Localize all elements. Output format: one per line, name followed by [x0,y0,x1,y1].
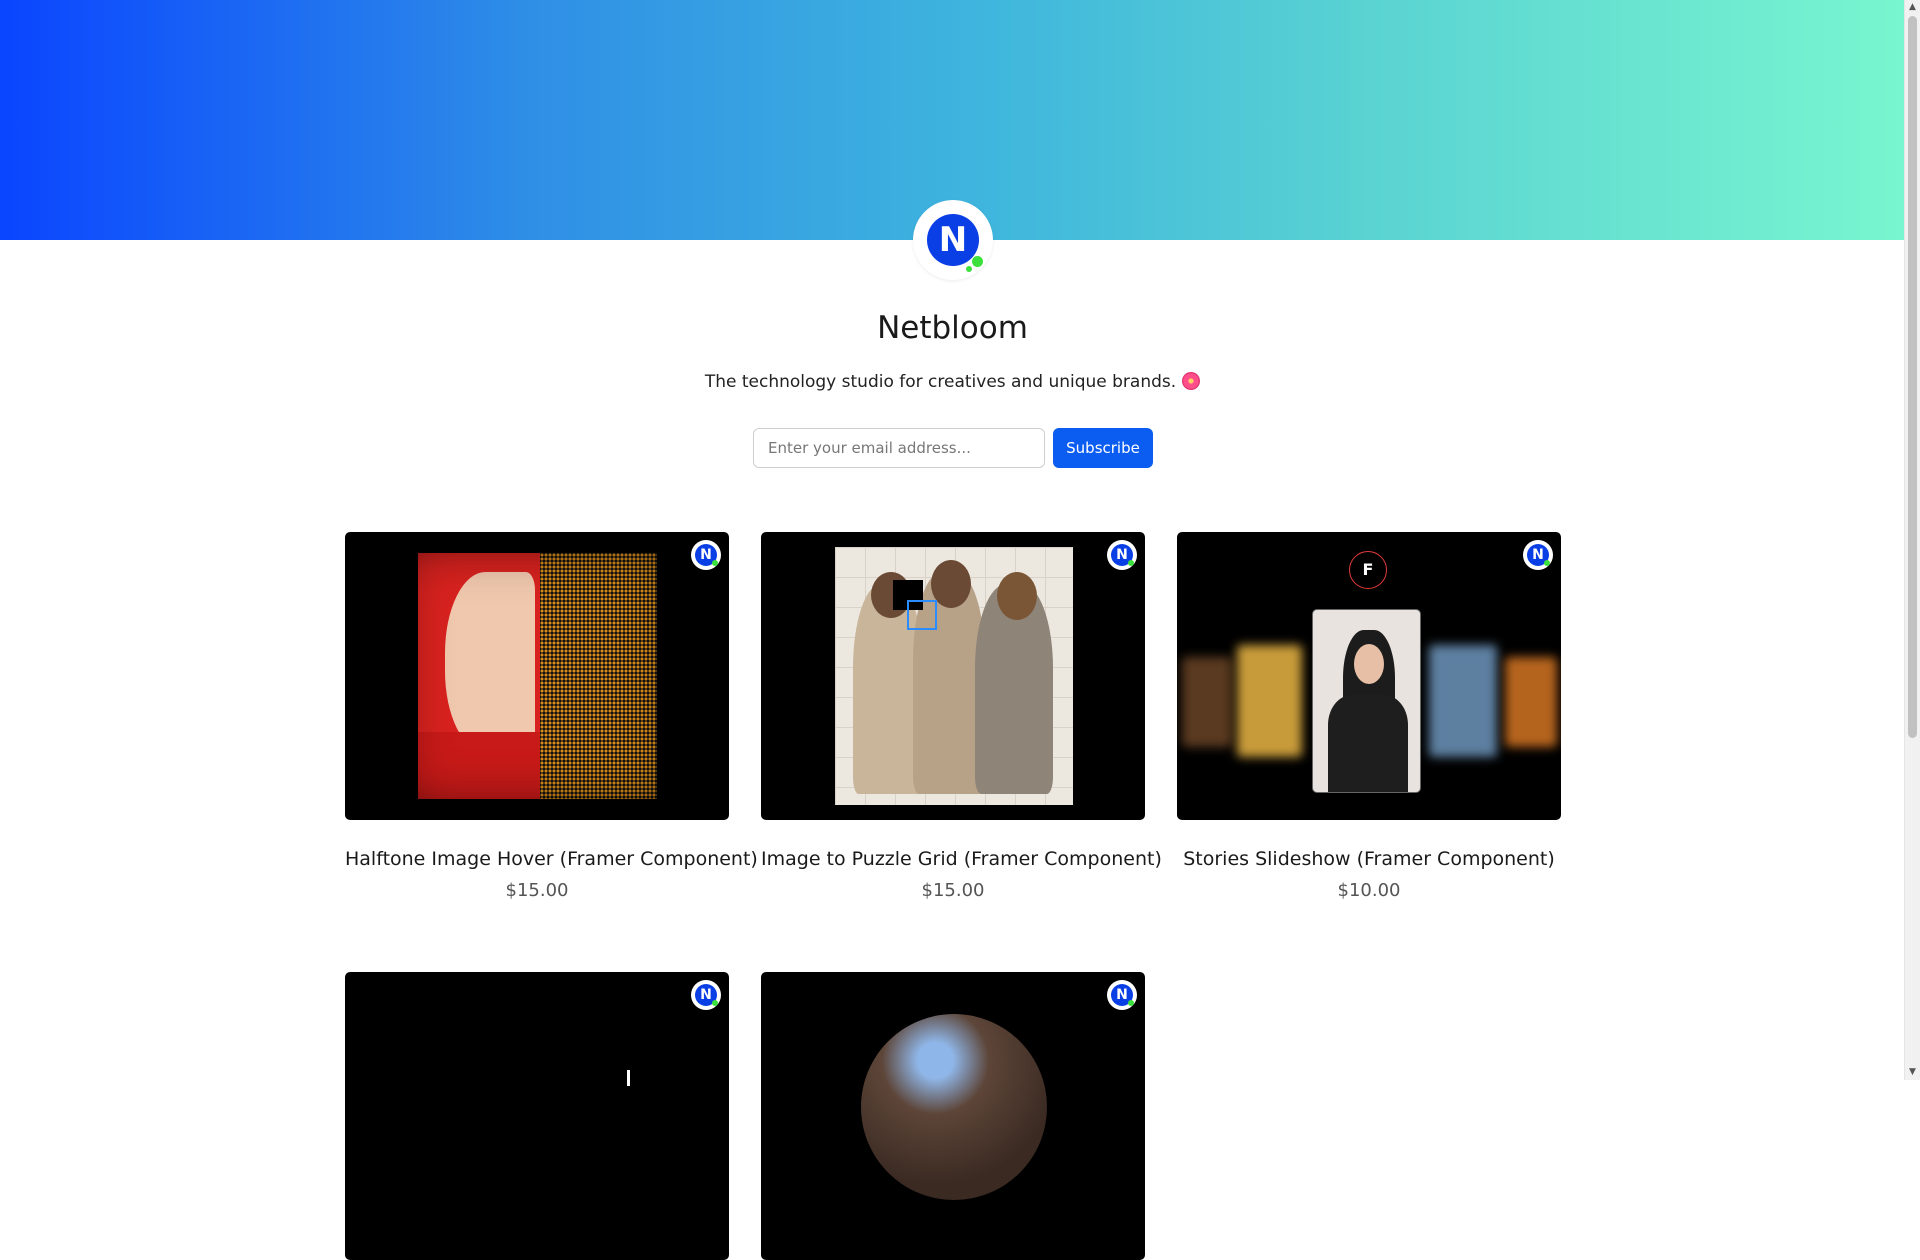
seller-badge: N [691,540,721,570]
badge-letter: N [1532,547,1544,563]
story-face [1354,644,1384,684]
product-image-glyph [627,1070,630,1086]
product-image[interactable]: N [345,532,729,820]
scroll-down-icon[interactable]: ▼ [1905,1065,1920,1080]
netbloom-logo-icon: N [927,214,979,266]
scroll-up-icon[interactable]: ▲ [1905,0,1920,15]
hibiscus-icon [1182,372,1201,390]
product-card[interactable]: N Image to Puzzle Grid (Framer Component… [761,532,1162,901]
badge-dot-icon [712,560,718,566]
product-title[interactable]: Image to Puzzle Grid (Framer Component) [761,848,1162,870]
product-card[interactable]: N Halftone Image Hover (Framer Component… [345,532,758,901]
story-thumb [1505,657,1557,747]
story-thumb [1237,645,1302,757]
subscribe-button[interactable]: Subscribe [1053,428,1153,468]
store-tagline: The technology studio for creatives and … [0,372,1905,392]
store-name: Netbloom [877,310,1028,346]
product-card[interactable]: N [761,972,1145,1260]
story-thumb [1429,645,1497,757]
product-image[interactable]: F N [1177,532,1561,820]
badge-dot-icon [1128,1000,1134,1006]
vignette [385,532,689,820]
puzzle-selected-tile [907,600,937,630]
email-input[interactable] [753,428,1045,468]
story-phone-frame [1312,609,1421,793]
product-card[interactable]: N [345,972,729,1260]
tagline-text: The technology studio for creatives and … [704,372,1177,392]
story-thumb [1182,657,1232,747]
story-jacket [1328,695,1408,792]
portrait-face [861,1014,1047,1200]
product-image[interactable]: N [761,532,1145,820]
store-avatar: N [913,200,993,280]
product-image[interactable]: N [345,972,729,1260]
badge-dot-icon [1128,560,1134,566]
logo-letter: N [938,220,968,260]
badge-dot-icon [712,1000,718,1006]
badge-letter: N [1116,987,1128,1003]
logo-dot-small-icon [966,266,972,272]
logo-dot-icon [972,256,983,267]
product-price: $10.00 [1337,880,1401,901]
seller-badge: N [1107,980,1137,1010]
product-title[interactable]: Stories Slideshow (Framer Component) [1177,848,1561,870]
product-image[interactable]: N [761,972,1145,1260]
product-card[interactable]: F N Stories Slideshow (Framer Component)… [1177,532,1561,901]
seller-badge: N [691,980,721,1010]
product-price: $15.00 [921,880,985,901]
person-head [931,560,971,608]
badge-letter: N [1116,547,1128,563]
product-title[interactable]: Halftone Image Hover (Framer Component) [345,848,758,870]
person-head [997,572,1037,620]
badge-letter: N [700,547,712,563]
badge-letter: N [700,987,712,1003]
seller-badge: N [1107,540,1137,570]
badge-dot-icon [1544,560,1550,566]
seller-badge: N [1523,540,1553,570]
product-price: $15.00 [505,880,569,901]
framer-icon: F [1349,551,1387,589]
scrollbar-thumb[interactable] [1908,16,1917,738]
page-scrollbar[interactable]: ▲ ▼ [1904,0,1920,1080]
